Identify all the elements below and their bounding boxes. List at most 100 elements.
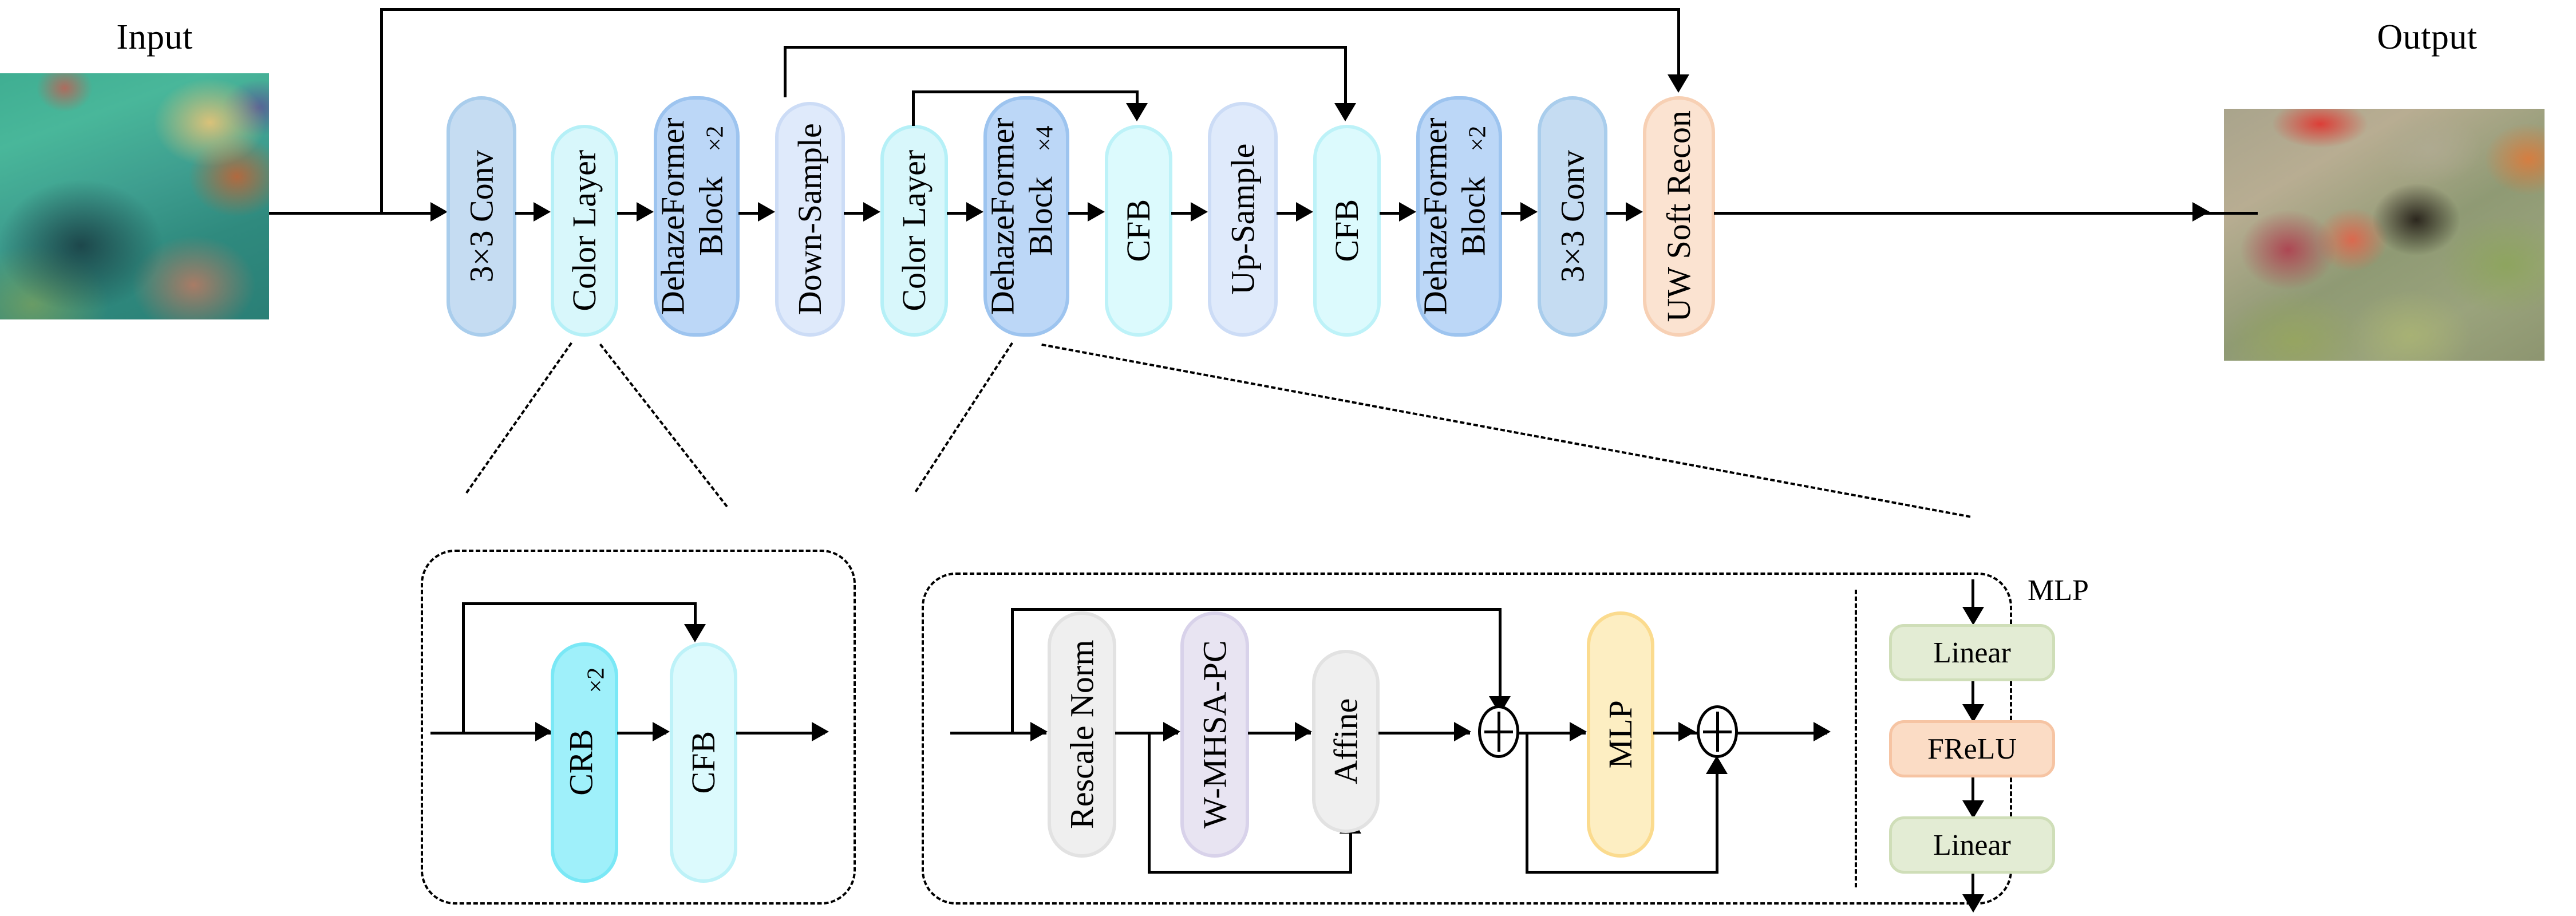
pipeline-block-down[interactable]: Down-Sample	[775, 102, 845, 337]
pipeline-block-dfb-2[interactable]: DehazeFormer Block ×4	[983, 96, 1069, 337]
dehazeformer-block-rescale-norm[interactable]: Rescale Norm	[1048, 611, 1116, 858]
df-flow-arrow-3	[1454, 722, 1471, 741]
mlp-block-label: Linear	[1933, 828, 2011, 862]
output-image	[2224, 109, 2545, 361]
flow-arrow	[1191, 202, 1208, 222]
pipeline-block-multiplier: ×4	[1032, 125, 1058, 152]
pipeline-block-label: Up-Sample	[1224, 143, 1262, 295]
pipeline-block-uw-soft-recon[interactable]: UW Soft Recon	[1643, 96, 1715, 337]
input-label: Input	[116, 18, 193, 57]
df-flow-arrow-1	[1163, 722, 1180, 741]
flow-arrow	[637, 202, 654, 222]
color-layer-block-multiplier: ×2	[583, 667, 610, 693]
skip-global-vline-left	[380, 8, 383, 213]
cl-skip-arrow	[684, 624, 706, 642]
df-flow-arrow-in	[1030, 722, 1048, 741]
pipeline-block-dfb-1[interactable]: DehazeFormer Block ×2	[654, 96, 740, 337]
flow-arrow-out	[2192, 202, 2210, 222]
mlp-block-frelu[interactable]: FReLU	[1889, 720, 2055, 777]
flow-arrow-in	[430, 202, 448, 222]
skip-global-arrow	[1668, 74, 1689, 93]
df-skip2-bottom	[1526, 871, 1718, 874]
pipeline-block-label: 3×3 Conv	[1554, 150, 1591, 283]
pipeline-block-color-2[interactable]: Color Layer	[880, 125, 948, 337]
pipeline-block-label: CFB	[1328, 199, 1366, 262]
df-skip1-vline-right	[1499, 608, 1502, 700]
df-affine-branch-vline-right	[1349, 833, 1352, 872]
pipeline-block-label: Down-Sample	[791, 123, 829, 315]
flow-arrow	[534, 202, 551, 222]
leader-color-layer-left	[465, 342, 572, 494]
skip-2-arrow	[1126, 103, 1148, 121]
cl-flow-arrow-out	[812, 722, 829, 741]
skip-2-top	[912, 90, 1139, 93]
leader-dehazeformer-right	[1041, 344, 1971, 518]
flow-arrow	[1088, 202, 1105, 222]
df-skip1-vline-left	[1011, 608, 1014, 733]
dehazeformer-block-label: Affine	[1327, 698, 1365, 785]
pipeline-block-cfb-1[interactable]: CFB	[1105, 125, 1172, 337]
df-skip2-arrow	[1706, 756, 1728, 774]
pipeline-block-conv-out[interactable]: 3×3 Conv	[1538, 96, 1607, 337]
df-skip2-vline-left	[1526, 732, 1528, 874]
pipeline-block-conv-in[interactable]: 3×3 Conv	[447, 96, 516, 337]
mlp-block-linear-1[interactable]: Linear	[1889, 624, 2055, 681]
color-layer-block-label: CFB	[685, 731, 722, 794]
skip-1-vline-left	[784, 46, 787, 97]
skip-global-top	[380, 8, 1680, 11]
cl-flow-arrow-mid	[653, 722, 670, 741]
color-layer-block-label: CRB	[562, 729, 600, 796]
pipeline-block-label: Color Layer	[895, 150, 933, 311]
dehazeformer-adder-1	[1478, 705, 1519, 758]
dehazeformer-block-mlp[interactable]: MLP	[1587, 611, 1654, 858]
leader-color-layer-right	[599, 344, 728, 508]
dehazeformer-block-label: Rescale Norm	[1063, 639, 1101, 830]
mlp-block-label: Linear	[1933, 636, 2011, 669]
output-label: Output	[2377, 18, 2478, 57]
pipeline-block-label: 3×3 Conv	[463, 150, 500, 283]
flow-arrow	[1296, 202, 1313, 222]
df-flow-arrow-4	[1570, 722, 1587, 741]
df-skip1-top	[1011, 608, 1502, 611]
mlp-block-label: FReLU	[1927, 732, 2017, 765]
dehazeformer-block-label: W-MHSA-PC	[1196, 640, 1234, 829]
flow-arrow	[1399, 202, 1416, 222]
mlp-block-linear-2[interactable]: Linear	[1889, 816, 2055, 874]
skip-1-top	[784, 46, 1347, 49]
df-flow-arrow-5	[1678, 722, 1696, 741]
pipeline-block-multiplier: ×2	[702, 125, 729, 152]
pipeline-block-label: CFB	[1120, 199, 1157, 262]
df-flow-arrow-2	[1295, 722, 1312, 741]
df-flow-arrow-out	[1814, 722, 1831, 741]
cl-flow-line-in	[430, 732, 551, 735]
skip-global-vline-right	[1677, 8, 1680, 77]
color-layer-block-crb[interactable]: CRB ×2	[551, 642, 618, 883]
dehazeformer-block-affine[interactable]: Affine	[1312, 650, 1380, 833]
leader-dehazeformer-left	[914, 342, 1013, 492]
df-affine-branch-bottom	[1148, 871, 1352, 874]
pipeline-block-label: Color Layer	[566, 150, 603, 311]
flow-arrow	[863, 202, 880, 222]
mlp-in-arrow	[1962, 607, 1984, 625]
skip-2-vline-left	[912, 90, 915, 126]
pipeline-block-up[interactable]: Up-Sample	[1208, 102, 1278, 337]
color-layer-block-cfb[interactable]: CFB	[670, 642, 737, 883]
cl-skip-top	[462, 602, 697, 605]
pipeline-block-label: UW Soft Recon	[1660, 110, 1698, 322]
pipeline-block-color-1[interactable]: Color Layer	[551, 125, 618, 337]
flow-arrow	[1520, 202, 1538, 222]
dehazeformer-block-label: MLP	[1602, 700, 1639, 769]
pipeline-block-dfb-3[interactable]: DehazeFormer Block ×2	[1416, 96, 1502, 337]
mlp-out-arrow	[1962, 894, 1984, 913]
df-skip2-vline-right	[1716, 773, 1718, 871]
detail-panel-divider	[1855, 590, 1857, 887]
pipeline-block-cfb-2[interactable]: CFB	[1313, 125, 1381, 337]
df-affine-branch-vline-left	[1148, 732, 1151, 874]
cl-skip-vline-left	[462, 602, 465, 733]
input-image	[0, 73, 269, 319]
dehazeformer-adder-2	[1697, 705, 1738, 758]
dehazeformer-block-w-mhsa-pc[interactable]: W-MHSA-PC	[1180, 611, 1249, 858]
skip-1-vline-right	[1344, 46, 1347, 105]
flow-arrow	[1626, 202, 1643, 222]
mlp-panel-title: MLP	[2028, 574, 2089, 607]
